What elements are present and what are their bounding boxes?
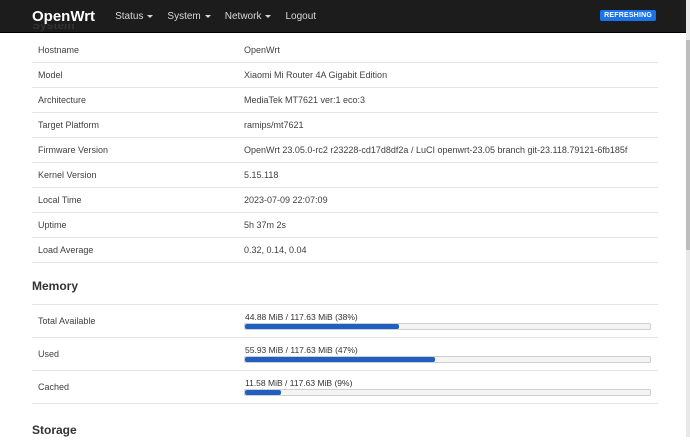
top-navbar: OpenWrt Status System Network Logout REF… xyxy=(0,0,686,33)
row-value: 5h 37m 2s xyxy=(244,212,658,238)
memory-table: Total Available 44.88 MiB / 117.63 MiB (… xyxy=(32,304,658,404)
row-label: Local Time xyxy=(32,187,244,213)
menu-logout[interactable]: Logout xyxy=(285,11,316,22)
table-row: Firmware Version OpenWrt 23.05.0-rc2 r232… xyxy=(32,137,658,163)
row-value: 5.15.118 xyxy=(244,162,658,188)
table-row: Kernel Version 5.15.118 xyxy=(32,162,658,188)
menu-network-label: Network xyxy=(224,10,262,22)
progress-cell: 11.58 MiB / 117.63 MiB (9%) xyxy=(244,378,651,396)
scrollbar-thumb[interactable] xyxy=(686,40,690,250)
table-row: Cached 11.58 MiB / 117.63 MiB (9%) xyxy=(32,370,658,404)
row-value: MediaTek MT7621 ver:1 eco:3 xyxy=(244,87,658,113)
memory-section-title: Memory xyxy=(32,279,79,293)
table-row: Used 55.93 MiB / 117.63 MiB (47%) xyxy=(32,337,658,371)
row-value: OpenWrt xyxy=(244,38,658,63)
menu-status-label: Status xyxy=(115,10,144,22)
table-row: Architecture MediaTek MT7621 ver:1 eco:3 xyxy=(32,87,658,113)
row-value: Xiaomi Mi Router 4A Gigabit Edition xyxy=(244,62,658,88)
row-label: Firmware Version xyxy=(32,137,244,163)
row-label: Hostname xyxy=(32,38,244,63)
row-value: 2023-07-09 22:07:09 xyxy=(244,187,658,213)
row-value: 44.88 MiB / 117.63 MiB (38%) xyxy=(244,304,658,338)
row-value: 0.32, 0.14, 0.04 xyxy=(244,237,658,263)
caret-down-icon xyxy=(265,14,272,18)
table-row: Load Average 0.32, 0.14, 0.04 xyxy=(32,237,658,263)
progress-text: 11.58 MiB / 117.63 MiB (9%) xyxy=(245,378,353,388)
row-label: Load Average xyxy=(32,237,244,263)
storage-section-title: Storage xyxy=(32,423,77,437)
table-row: Model Xiaomi Mi Router 4A Gigabit Edition xyxy=(32,62,658,88)
brand-logo[interactable]: OpenWrt xyxy=(32,8,95,25)
progress-bar xyxy=(244,389,651,396)
row-value: 55.93 MiB / 117.63 MiB (47%) xyxy=(244,337,658,371)
system-table: Hostname OpenWrt Model Xiaomi Mi Router 4A… xyxy=(32,38,658,263)
menu-logout-label: Logout xyxy=(285,10,317,22)
row-value: OpenWrt 23.05.0-rc2 r23228-cd17d8df2a / … xyxy=(244,137,658,163)
system-title-text: System xyxy=(32,24,75,32)
progress-cell: 44.88 MiB / 117.63 MiB (38%) xyxy=(244,312,651,330)
menu-network[interactable]: Network xyxy=(225,11,272,22)
progress-fill xyxy=(245,390,282,395)
progress-text: 55.93 MiB / 117.63 MiB (47%) xyxy=(245,345,358,355)
progress-text: 44.88 MiB / 117.63 MiB (38%) xyxy=(245,312,358,322)
row-label: Uptime xyxy=(32,212,244,238)
caret-down-icon xyxy=(147,14,154,18)
progress-cell: 55.93 MiB / 117.63 MiB (47%) xyxy=(244,345,651,363)
row-label: Kernel Version xyxy=(32,162,244,188)
main-content: Hostname OpenWrt Model Xiaomi Mi Router 4A… xyxy=(32,32,658,448)
menu-status[interactable]: Status xyxy=(115,10,154,22)
table-row: Total Available 44.88 MiB / 117.63 MiB (… xyxy=(32,304,658,338)
table-row: Uptime 5h 37m 2s xyxy=(32,212,658,238)
table-row: Local Time 2023-07-09 22:07:09 xyxy=(32,187,658,213)
row-label: Target Platform xyxy=(32,112,244,138)
table-row: Target Platform ramips/mt7621 xyxy=(32,112,658,138)
menu-system-label: System xyxy=(167,10,201,22)
row-label: Used xyxy=(32,337,244,371)
row-value: 11.58 MiB / 117.63 MiB (9%) xyxy=(244,370,658,404)
progress-fill xyxy=(245,357,436,362)
progress-bar xyxy=(244,356,651,363)
progress-bar xyxy=(244,323,651,330)
row-value: ramips/mt7621 xyxy=(244,112,658,138)
row-label: Architecture xyxy=(32,87,244,113)
row-label: Model xyxy=(32,62,244,88)
progress-fill xyxy=(245,324,399,329)
table-row: Hostname OpenWrt xyxy=(32,38,658,63)
refreshing-badge[interactable]: REFRESHING xyxy=(600,10,656,21)
page-scrollbar[interactable] xyxy=(686,0,690,437)
row-label: Total Available xyxy=(32,304,244,338)
menu-system[interactable]: System xyxy=(167,10,211,22)
row-label: Cached xyxy=(32,370,244,404)
caret-down-icon xyxy=(204,14,211,18)
